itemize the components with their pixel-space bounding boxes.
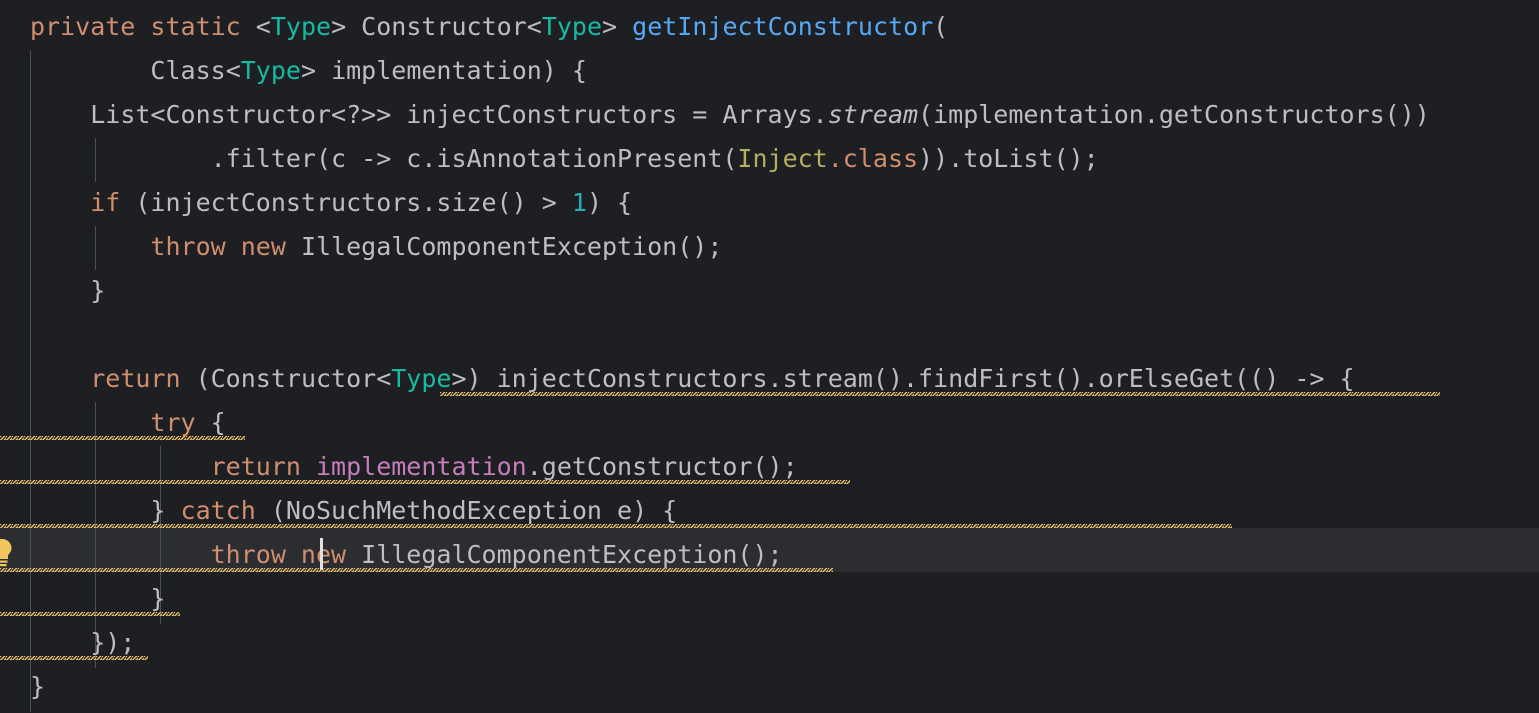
token-expression: IllegalComponentException();: [346, 540, 783, 569]
warning-squiggle: [0, 436, 245, 440]
code-editor-viewport[interactable]: private static <Type> Constructor<Type> …: [0, 0, 1539, 713]
token-punct: <: [240, 12, 271, 41]
token-punct: <: [225, 56, 241, 85]
token-type: Constructor: [361, 12, 527, 41]
token-punct: >: [602, 12, 633, 41]
token-static-method: stream: [827, 100, 919, 129]
token-expression: (Constructor<: [180, 364, 392, 393]
token-annotation: Inject: [737, 144, 828, 173]
token-keyword: throw new: [210, 540, 347, 569]
code-line[interactable]: if (injectConstructors.size() > 1) {: [0, 181, 632, 225]
token-generic: Type: [391, 364, 452, 393]
warning-squiggle: [0, 524, 1232, 528]
code-line[interactable]: }: [0, 665, 45, 709]
token-field-reference: implementation: [316, 452, 527, 481]
token-keyword: throw new: [150, 232, 286, 261]
warning-squiggle: [0, 568, 833, 572]
token-keyword: return: [210, 452, 301, 481]
code-line[interactable]: [0, 313, 45, 357]
code-line[interactable]: private static <Type> Constructor<Type> …: [0, 5, 948, 49]
token-number: 1: [571, 188, 587, 217]
token-generic: Type: [270, 12, 332, 41]
token-parameter: implementation: [331, 56, 542, 85]
token-punct: }: [30, 584, 166, 613]
code-line[interactable]: List<Constructor<?>> injectConstructors …: [0, 93, 1430, 137]
token-keyword: private: [30, 12, 136, 41]
token-expression: IllegalComponentException();: [285, 232, 723, 261]
token-keyword: .class: [827, 144, 919, 173]
warning-squiggle: [440, 392, 1440, 396]
token-keyword: try: [150, 408, 196, 437]
warning-squiggle: [0, 612, 180, 616]
token-generic: Type: [240, 56, 301, 85]
token-punct: ) {: [586, 188, 633, 217]
token-expression: .filter(c -> c.isAnnotationPresent(: [210, 144, 738, 173]
code-line[interactable]: }: [0, 269, 105, 313]
token-empty: [30, 320, 45, 349]
token-punct: }: [150, 496, 181, 525]
token-punct: ) {: [541, 56, 587, 85]
code-lines[interactable]: private static <Type> Constructor<Type> …: [0, 0, 1539, 713]
token-expression: )).toList();: [918, 144, 1099, 173]
token-expression: (NoSuchMethodException e) {: [255, 496, 678, 525]
token-punct: }: [30, 672, 46, 701]
code-line[interactable]: Class<Type> implementation) {: [0, 49, 587, 93]
token-expression: .getConstructor();: [526, 452, 798, 481]
token-expression: (injectConstructors.size() >: [120, 188, 572, 217]
token-punct: });: [30, 628, 136, 657]
text-caret: [320, 538, 323, 570]
warning-squiggle: [0, 656, 148, 660]
token-keyword: return: [90, 364, 181, 393]
code-line[interactable]: .filter(c -> c.isAnnotationPresent(Injec…: [0, 137, 1099, 181]
token-expression: (implementation.getConstructors()): [918, 100, 1430, 129]
token-punct: }: [30, 276, 106, 305]
token-punct: >: [300, 56, 332, 85]
code-line[interactable]: throw new IllegalComponentException();: [0, 225, 722, 269]
token-keyword: static: [150, 12, 241, 41]
token-generic: Type: [541, 12, 603, 41]
token-method-declaration: getInjectConstructor: [632, 12, 934, 41]
token-keyword: catch: [180, 496, 256, 525]
token-keyword: if: [90, 188, 121, 217]
warning-squiggle: [0, 480, 850, 484]
token-type: List<Constructor<?>> injectConstructors …: [90, 100, 828, 129]
token-punct: {: [195, 408, 226, 437]
token-expression: >) injectConstructors.stream().findFirst…: [451, 364, 1355, 393]
token-punct: <: [526, 12, 542, 41]
token-type: Class: [150, 56, 226, 85]
token-punct: >: [331, 12, 362, 41]
token-punct: (: [933, 12, 949, 41]
